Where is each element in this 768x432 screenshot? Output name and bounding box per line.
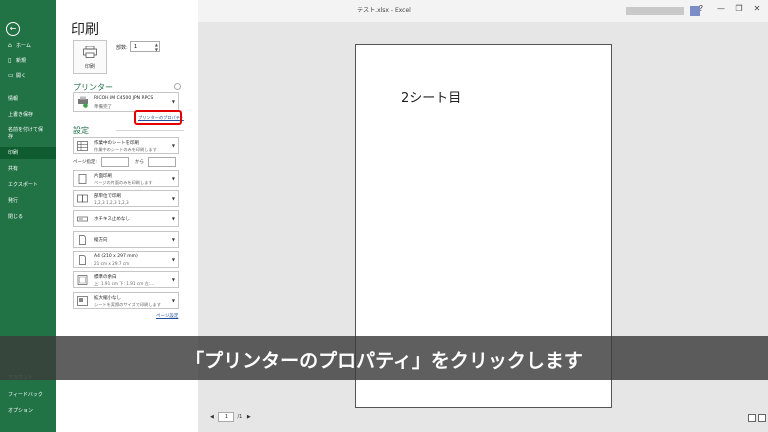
sidebar-item-info[interactable]: 情報 [0,93,56,105]
pages-range: ページ指定: から [73,157,183,168]
page-setup-link[interactable]: ページ設定 [156,313,178,319]
caption-text: 「プリンターのプロパティ」をクリックします [185,350,583,372]
chevron-down-icon: ▼ [171,196,175,201]
chevron-down-icon: ▼ [171,237,175,242]
divider [116,130,184,131]
copies-stepper-icon[interactable]: ▲ ▼ [155,42,158,52]
printer-name: RICOH IM C4500 JPN RPCS [94,96,154,101]
sidebar-item-close[interactable]: 閉じる [0,211,56,223]
chevron-down-icon: ▼ [171,99,175,104]
collation-select[interactable]: 部単位で印刷 1,2,3 1,2,3 1,2,3 ▼ [73,190,179,207]
minimize-button[interactable]: — [714,4,728,13]
page-content-text: 2シート目 [401,91,462,106]
margins-icon [77,275,88,285]
print-button-label: 印刷 [84,64,95,70]
page-title: 印刷 [71,22,99,38]
print-what-select[interactable]: 作業中のシートを印刷 作業中のシートのみを印刷します ▼ [73,137,179,154]
tutorial-caption: 「プリンターのプロパティ」をクリックします [0,336,768,380]
sidebar-item-export[interactable]: エクスポート [0,179,56,191]
pages-to-label: から [135,160,144,165]
page-navigation: ◀ 1/1 ▶ [210,412,251,422]
prev-page-button[interactable]: ◀ [210,414,214,420]
current-page-input[interactable]: 1 [218,412,235,422]
total-pages: /1 [237,414,243,420]
copies-label: 部数: [116,45,128,51]
highlight-box [134,110,182,125]
sidebar-item-publish[interactable]: 発行 [0,195,56,207]
pages-label: ページ指定: [73,160,97,165]
chevron-down-icon: ▼ [171,257,175,262]
sidebar-item-save[interactable]: 上書き保存 [0,109,56,121]
collate-icon [77,194,88,203]
zoom-to-page-icon[interactable] [758,414,766,422]
single-page-icon [78,174,87,184]
pages-from-input[interactable] [101,157,129,167]
sidebar-item-share[interactable]: 共有 [0,163,56,175]
show-margins-icon[interactable] [748,414,756,422]
sidebar-item-home[interactable]: ⌂ ホーム [0,40,56,52]
sheet-icon [77,141,88,151]
paper-size-select[interactable]: A4 (210 x 297 mm) 21 cm x 29.7 cm ▼ [73,251,179,268]
sides-select[interactable]: 片面印刷 ページの片面のみを印刷します ▼ [73,170,179,187]
excel-window: 2シート目 ◀ 1/1 ▶ テスト.xlsx - Excel ? — ❐ ✕ ←… [0,0,768,432]
next-page-button[interactable]: ▶ [247,414,251,420]
staple-select[interactable]: ホチキス止めなし ▼ [73,210,179,227]
scaling-icon [77,296,88,306]
staple-icon [77,216,88,222]
pages-to-input[interactable] [148,157,176,167]
restore-button[interactable]: ❐ [732,4,746,13]
printer-select[interactable]: RICOH IM C4500 JPN RPCS 準備完了 ▼ [73,92,179,112]
chevron-down-icon: ▼ [171,277,175,282]
close-button[interactable]: ✕ [750,4,764,13]
chevron-down-icon: ▼ [171,143,175,148]
sidebar-item-print[interactable]: 印刷 [0,147,56,159]
help-button[interactable]: ? [694,4,708,13]
new-file-icon: ▯ [8,57,12,64]
portrait-icon [79,235,86,245]
sidebar-item-options[interactable]: オプション [0,405,56,417]
home-icon: ⌂ [8,42,12,49]
sidebar-item-open[interactable]: ▭ 開く [0,70,56,82]
orientation-select[interactable]: 縦方向 ▼ [73,231,179,248]
paper-icon [79,255,86,265]
sidebar-item-new[interactable]: ▯ 新規 [0,55,56,67]
print-button[interactable]: 印刷 [73,40,107,74]
printer-icon [78,96,88,108]
chevron-down-icon: ▼ [171,176,175,181]
margins-select[interactable]: 標準の余白 上: 1.91 cm 下: 1.91 cm 左:... ▼ [73,271,179,288]
printer-icon [83,46,97,58]
chevron-down-icon: ▼ [171,216,175,221]
scaling-select[interactable]: 拡大縮小なし シートを実際のサイズで印刷します ▼ [73,292,179,309]
copies-input[interactable]: 1 ▲ ▼ [130,41,160,52]
user-name[interactable] [626,7,684,15]
back-arrow-icon[interactable]: ← [6,22,20,36]
sidebar-item-save-as-cont[interactable]: 存 [0,133,56,141]
printer-status: 準備完了 [94,105,112,110]
sidebar-item-feedback[interactable]: フィードバック [0,389,56,401]
chevron-down-icon: ▼ [171,298,175,303]
folder-icon: ▭ [8,72,14,79]
settings-section-title: 設定 [73,126,89,135]
info-icon[interactable] [174,83,181,90]
